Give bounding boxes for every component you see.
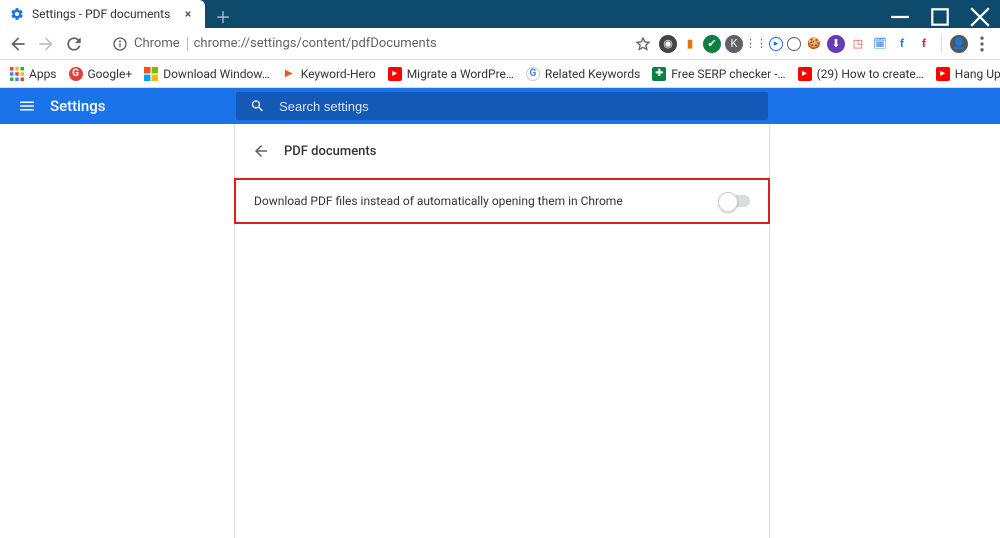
settings-search-input[interactable] — [279, 99, 754, 114]
bookmark-serp-checker[interactable]: ✚ Free SERP checker -… — [652, 67, 785, 81]
section-back-button[interactable] — [252, 142, 270, 160]
bookmark-label: Migrate a WordPre… — [407, 67, 514, 81]
keyword-hero-icon: ▶ — [282, 67, 296, 81]
bookmark-label: Download Window… — [163, 67, 270, 81]
bookmark-label: Google+ — [88, 67, 133, 81]
menu-button[interactable] — [18, 97, 36, 115]
new-tab-button[interactable]: ＋ — [211, 4, 235, 28]
minimize-button[interactable] — [880, 6, 920, 28]
bookmark-download-windows[interactable]: Download Window… — [144, 67, 270, 81]
ext-icon-4[interactable]: K — [725, 35, 743, 53]
google-plus-icon: G — [69, 67, 83, 81]
ext-icon-6[interactable]: ▸ — [769, 37, 783, 51]
ext-icon-7[interactable] — [787, 37, 801, 51]
settings-title: Settings — [50, 97, 106, 115]
ext-icon-9[interactable]: ⬇ — [827, 35, 845, 53]
youtube-icon: ▸ — [936, 67, 950, 81]
pdf-download-toggle[interactable] — [720, 195, 750, 207]
ext-icon-11[interactable]: 🗓 — [871, 35, 889, 53]
ms-icon — [144, 67, 158, 81]
tab-close-button[interactable]: × — [181, 7, 195, 21]
gear-icon — [10, 7, 24, 21]
close-button[interactable] — [960, 6, 1000, 28]
bookmark-related-keywords[interactable]: G Related Keywords — [526, 67, 640, 81]
bookmark-googleplus[interactable]: G Google+ — [69, 67, 133, 81]
youtube-icon: ▸ — [798, 67, 812, 81]
browser-menu-button[interactable] — [972, 34, 992, 54]
url-text: chrome://settings/content/pdfDocuments — [194, 36, 437, 51]
site-chip: Chrome — [134, 36, 188, 51]
ext-icon-8[interactable]: 🍪 — [805, 35, 823, 53]
forward-button[interactable] — [36, 34, 56, 54]
ext-icon-10[interactable]: ◳ — [849, 35, 867, 53]
browser-tab[interactable]: Settings - PDF documents × — [0, 0, 205, 28]
bookmark-migrate-wp[interactable]: ▸ Migrate a WordPre… — [388, 67, 514, 81]
reload-button[interactable] — [64, 34, 84, 54]
bookmark-label: (29) How to create… — [817, 67, 924, 81]
ext-icon-13[interactable]: f — [915, 35, 933, 53]
bookmarks-bar: Apps G Google+ Download Window… ▶ Keywor… — [0, 60, 1000, 88]
section-header: PDF documents — [234, 124, 770, 178]
settings-header: Settings — [0, 88, 1000, 124]
extension-icons: ◉ ▮ ✔ K ⋮⋮ ▸ 🍪 ⬇ ◳ 🗓 f f 👤 — [659, 34, 992, 54]
bookmark-label: Free SERP checker -… — [671, 67, 785, 81]
maximize-button[interactable] — [920, 6, 960, 28]
back-button[interactable] — [8, 34, 28, 54]
section-title: PDF documents — [284, 144, 376, 159]
ext-icon-3[interactable]: ✔ — [703, 35, 721, 53]
bookmark-label: Apps — [29, 67, 57, 81]
ext-icon-12[interactable]: f — [893, 35, 911, 53]
bookmark-apps[interactable]: Apps — [10, 67, 57, 81]
bookmark-keyword-hero[interactable]: ▶ Keyword-Hero — [282, 67, 376, 81]
settings-search[interactable] — [236, 92, 768, 120]
ext-icon-2[interactable]: ▮ — [681, 35, 699, 53]
site-info-icon[interactable] — [112, 36, 128, 52]
ext-icon-5[interactable]: ⋮⋮ — [747, 35, 765, 53]
apps-icon — [10, 67, 24, 81]
title-bar: Settings - PDF documents × ＋ — [0, 0, 1000, 28]
youtube-icon: ▸ — [388, 67, 402, 81]
bookmark-label: Hang Ups (Want Yo… — [955, 67, 1000, 81]
bookmark-label: Related Keywords — [545, 67, 640, 81]
bookmark-how-to-create[interactable]: ▸ (29) How to create… — [798, 67, 924, 81]
omnibox[interactable]: Chrome chrome://settings/content/pdfDocu… — [112, 32, 651, 56]
bookmark-star-icon[interactable] — [635, 36, 651, 52]
avatar[interactable]: 👤 — [950, 35, 968, 53]
settings-card: PDF documents Download PDF files instead… — [234, 124, 770, 224]
google-icon: G — [526, 67, 540, 81]
pdf-download-toggle-row: Download PDF files instead of automatica… — [234, 178, 770, 224]
browser-toolbar: Chrome chrome://settings/content/pdfDocu… — [0, 28, 1000, 60]
tab-title: Settings - PDF documents — [32, 7, 173, 21]
search-icon — [250, 98, 265, 114]
ext-icon-1[interactable]: ◉ — [659, 35, 677, 53]
window-controls — [880, 6, 1000, 28]
settings-canvas: PDF documents Download PDF files instead… — [0, 124, 1000, 538]
serp-icon: ✚ — [652, 67, 666, 81]
bookmark-hang-ups[interactable]: ▸ Hang Ups (Want Yo… — [936, 67, 1000, 81]
pdf-download-toggle-label: Download PDF files instead of automatica… — [254, 194, 623, 208]
bookmark-label: Keyword-Hero — [301, 67, 376, 81]
